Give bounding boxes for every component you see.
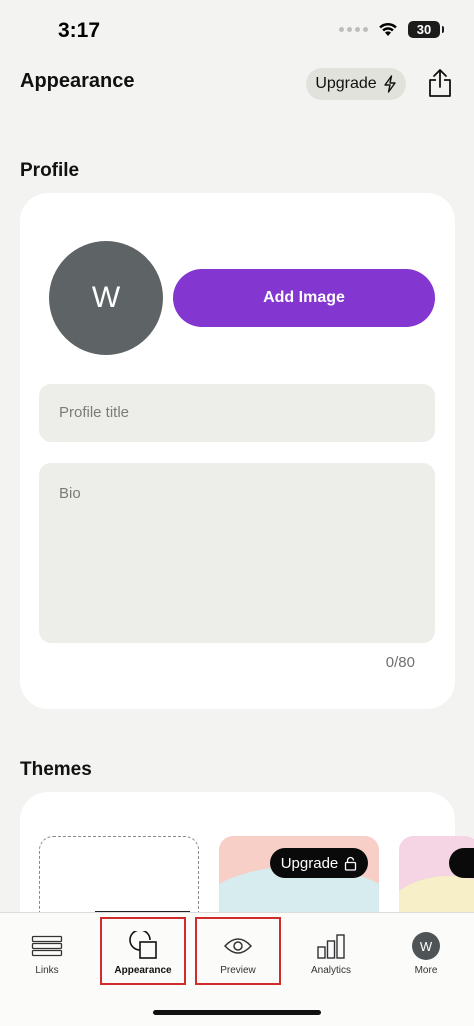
tab-label: More [414, 965, 438, 976]
eye-icon [223, 938, 253, 954]
theme-upgrade-badge[interactable] [449, 848, 474, 878]
home-indicator [153, 1010, 321, 1015]
themes-section-title: Themes [20, 759, 92, 780]
theme-upgrade-label: Upgrade [280, 854, 339, 872]
status-indicators: 30 [339, 21, 444, 38]
upgrade-label: Upgrade [315, 75, 377, 92]
bio-char-count: 0/80 [385, 654, 415, 671]
share-button[interactable] [424, 66, 456, 100]
avatar[interactable]: W [49, 241, 163, 355]
lightning-icon [383, 75, 396, 93]
tab-analytics[interactable]: Analytics [300, 913, 362, 985]
tab-more[interactable]: W More [400, 913, 452, 985]
tab-label: Appearance [114, 965, 172, 976]
add-image-button[interactable]: Add Image [173, 269, 435, 327]
battery-indicator: 30 [408, 21, 444, 38]
wifi-icon [379, 22, 397, 36]
tab-label: Analytics [310, 965, 351, 976]
tab-links[interactable]: Links [17, 913, 77, 985]
share-icon [429, 69, 451, 97]
profile-title-input[interactable]: Profile title [39, 384, 435, 442]
status-bar: 3:17 30 [0, 0, 474, 60]
profile-card: W Add Image Profile title Bio 0/80 [20, 193, 455, 709]
appearance-icon [129, 931, 157, 959]
avatar: W [412, 932, 440, 960]
tab-bar: Links Appearance Preview Analytics W Mor… [0, 912, 474, 1026]
tab-label: Links [35, 965, 59, 976]
tab-label: Preview [220, 965, 256, 976]
lock-icon [345, 856, 357, 871]
tab-preview[interactable]: Preview [195, 917, 281, 985]
bar-chart-icon [317, 934, 345, 959]
page-title: Appearance [20, 70, 135, 92]
bio-input[interactable]: Bio [39, 463, 435, 643]
theme-upgrade-badge[interactable]: Upgrade [270, 848, 368, 878]
tab-appearance[interactable]: Appearance [100, 917, 186, 985]
links-icon [31, 935, 63, 957]
signal-icon [339, 27, 368, 32]
profile-section-title: Profile [20, 160, 80, 181]
upgrade-button[interactable]: Upgrade [306, 68, 406, 100]
status-time: 3:17 [58, 19, 101, 42]
